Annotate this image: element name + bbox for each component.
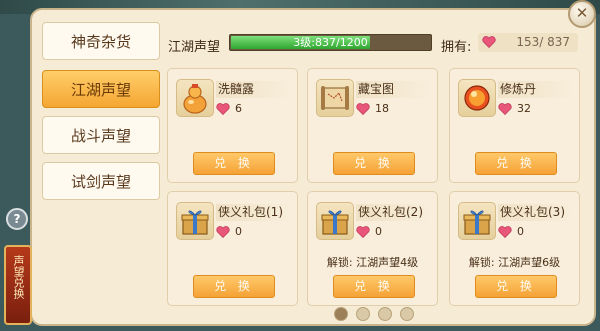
exchange-button[interactable]: 兑 换 xyxy=(333,152,415,175)
item-cost-value: 0 xyxy=(375,225,382,238)
reputation-label: 江湖声望 xyxy=(168,40,221,55)
pill-icon xyxy=(458,79,496,117)
item-cost-value: 32 xyxy=(517,102,531,115)
question-icon: ? xyxy=(13,212,21,226)
item-name: 侠义礼包(3) xyxy=(500,205,565,219)
item-cost: 6 xyxy=(216,102,242,115)
close-icon: ✕ xyxy=(575,4,589,22)
shop-item-card: 藏宝图 18 兑 换 xyxy=(307,68,438,183)
item-name: 侠义礼包(1) xyxy=(218,205,283,219)
exchange-button[interactable]: 兑 换 xyxy=(475,152,557,175)
scroll-map-icon xyxy=(316,79,354,117)
heart-icon xyxy=(482,36,496,48)
item-cost: 18 xyxy=(356,102,389,115)
exchange-button[interactable]: 兑 换 xyxy=(475,275,557,298)
tab-label: 试剑声望 xyxy=(70,172,131,191)
item-cost-value: 0 xyxy=(235,225,242,238)
heart-icon xyxy=(356,225,370,238)
tab-battle-reputation[interactable]: 战斗声望 xyxy=(42,116,160,154)
help-button[interactable]: ? xyxy=(6,208,28,230)
item-name: 修炼丹 xyxy=(500,82,537,96)
page-dot[interactable] xyxy=(378,307,392,321)
reputation-progress-bar: 3级:837/1200 xyxy=(229,34,432,51)
unlock-requirement: 解锁: 江湖声望6级 xyxy=(468,256,561,269)
item-name: 藏宝图 xyxy=(358,82,395,96)
shop-item-card: 修炼丹 32 兑 换 xyxy=(449,68,580,183)
page-dot[interactable] xyxy=(356,307,370,321)
item-cost-value: 18 xyxy=(375,102,389,115)
owned-points-value: 153/ 837 xyxy=(516,35,570,49)
heart-icon xyxy=(498,102,512,115)
item-cost-value: 6 xyxy=(235,102,242,115)
tab-label: 战斗声望 xyxy=(70,126,131,145)
tab-label: 江湖声望 xyxy=(70,80,131,99)
shop-item-card: 侠义礼包(1) 0 兑 换 xyxy=(167,191,298,306)
item-cost: 32 xyxy=(498,102,531,115)
reputation-exchange-button[interactable]: 声望兑换 xyxy=(4,245,32,325)
gourd-icon xyxy=(176,79,214,117)
reputation-exchange-label: 声望兑换 xyxy=(12,255,25,299)
shop-item-card: 侠义礼包(3) 0 解锁: 江湖声望6级 兑 换 xyxy=(449,191,580,306)
exchange-button[interactable]: 兑 换 xyxy=(193,275,275,298)
shop-item-card: 侠义礼包(2) 0 解锁: 江湖声望4级 兑 换 xyxy=(307,191,438,306)
tab-sword-trial-reputation[interactable]: 试剑声望 xyxy=(42,162,160,200)
heart-icon xyxy=(356,102,370,115)
item-name: 洗髓露 xyxy=(218,82,255,96)
unlock-requirement: 解锁: 江湖声望4级 xyxy=(326,256,419,269)
tab-magic-goods[interactable]: 神奇杂货 xyxy=(42,22,160,60)
close-button[interactable]: ✕ xyxy=(568,0,596,28)
gift-box-icon xyxy=(176,202,214,240)
tab-label: 神奇杂货 xyxy=(70,32,131,51)
page-dot[interactable] xyxy=(400,307,414,321)
page-dot[interactable] xyxy=(334,307,348,321)
gift-box-icon xyxy=(316,202,354,240)
heart-icon xyxy=(216,225,230,238)
item-cost-value: 0 xyxy=(517,225,524,238)
item-name: 侠义礼包(2) xyxy=(358,205,423,219)
gift-box-icon xyxy=(458,202,496,240)
heart-icon xyxy=(498,225,512,238)
owned-points-box: 153/ 837 xyxy=(478,33,578,52)
page-indicator xyxy=(334,307,414,321)
item-cost: 0 xyxy=(498,225,524,238)
exchange-button[interactable]: 兑 换 xyxy=(193,152,275,175)
progress-text: 3级:837/1200 xyxy=(293,36,368,49)
item-cost: 0 xyxy=(356,225,382,238)
heart-icon xyxy=(216,102,230,115)
shop-item-card: 洗髓露 6 兑 换 xyxy=(167,68,298,183)
exchange-button[interactable]: 兑 换 xyxy=(333,275,415,298)
item-cost: 0 xyxy=(216,225,242,238)
category-tabs: 神奇杂货 江湖声望 战斗声望 试剑声望 xyxy=(42,22,160,208)
owned-label: 拥有: xyxy=(441,40,472,55)
tab-jianghu-reputation[interactable]: 江湖声望 xyxy=(42,70,160,108)
